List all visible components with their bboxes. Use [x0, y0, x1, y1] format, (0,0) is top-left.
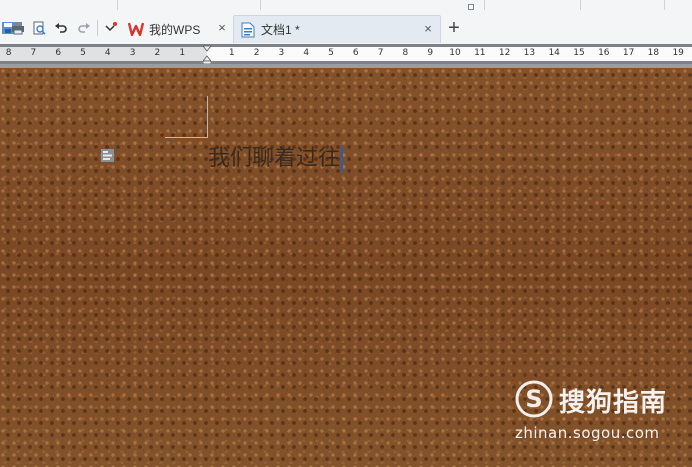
menu-separator: [664, 0, 665, 10]
ruler-number: 11: [474, 48, 486, 58]
title-bar: 我的WPS × 文档1 * × +: [0, 0, 692, 45]
ruler-number: 15: [573, 48, 585, 58]
ruler-number: 2: [253, 48, 260, 58]
ruler-number: 17: [622, 48, 635, 58]
ruler-number: 4: [104, 48, 111, 58]
ruler-number: 2: [154, 48, 161, 58]
tab-label: 文档1 *: [261, 23, 300, 37]
horizontal-ruler[interactable]: 8 7 6 5 4 3 2 1 1 2 3 4 5 6 7 8 9 10 11 12 13 14 15 16 17 18 19: [0, 44, 692, 64]
toolbar-separator: [97, 20, 98, 36]
ruler-number: 8: [402, 48, 409, 58]
ruler-number: 18: [647, 48, 660, 58]
sogou-watermark: S 搜狗指南 zhinan.sogou.com: [515, 378, 685, 448]
ruler-number: 3: [278, 48, 285, 58]
document-body-text[interactable]: 我们聊着过往: [208, 140, 344, 172]
ruler-number: 5: [328, 48, 334, 58]
close-tab-icon[interactable]: ×: [216, 21, 228, 34]
text-caret: [341, 146, 344, 172]
tab-my-wps[interactable]: 我的WPS ×: [122, 15, 234, 43]
print-icon[interactable]: [10, 20, 26, 36]
watermark-brand: 搜狗指南: [559, 388, 668, 418]
restore-icon[interactable]: [468, 4, 474, 10]
ruler-number: 14: [548, 48, 560, 58]
print-preview-icon[interactable]: [31, 20, 47, 36]
ruler-number: 1: [228, 48, 235, 58]
redo-icon[interactable]: [76, 20, 92, 36]
ruler-number: 6: [352, 48, 359, 58]
tab-label: 我的WPS: [149, 22, 201, 37]
menu-separator: [580, 0, 581, 10]
ruler-number: 1: [179, 48, 186, 58]
wps-logo-icon: [128, 21, 144, 37]
paragraph-layout-icon[interactable]: [100, 148, 114, 162]
ruler-number: 3: [129, 48, 136, 58]
ruler-number: 6: [55, 48, 62, 58]
close-tab-icon[interactable]: ×: [422, 22, 434, 35]
sogou-logo-icon: S: [515, 380, 553, 418]
ruler-number: 8: [5, 48, 12, 58]
ruler-number: 13: [523, 48, 536, 58]
ruler-number: 4: [303, 48, 310, 58]
ruler-number: 10: [449, 48, 461, 58]
undo-icon[interactable]: [53, 20, 69, 36]
menu-separator: [117, 0, 118, 10]
menu-separator: [260, 0, 261, 10]
ruler-number: 19: [672, 48, 684, 58]
new-tab-button[interactable]: +: [446, 18, 462, 38]
ruler-number: 16: [598, 48, 610, 58]
ruler-number: 7: [377, 48, 384, 58]
menu-separator: [484, 0, 485, 10]
indent-marker-icon[interactable]: [203, 44, 211, 64]
customize-icon[interactable]: [103, 20, 119, 36]
ruler-number: 9: [427, 48, 434, 58]
ruler-number: 7: [30, 48, 37, 58]
watermark-url: zhinan.sogou.com: [515, 424, 660, 442]
margin-corner-mark: [165, 96, 208, 138]
ruler-number: 5: [80, 48, 86, 58]
document-icon: [240, 22, 256, 38]
tab-document[interactable]: 文档1 * ×: [233, 15, 441, 43]
svg-text:S: S: [525, 385, 542, 413]
body-text: 我们聊着过往: [208, 146, 341, 171]
document-page[interactable]: 我们聊着过往 S 搜狗指南 zhinan.sogou.com: [0, 68, 692, 467]
ruler-number: 12: [498, 48, 511, 58]
